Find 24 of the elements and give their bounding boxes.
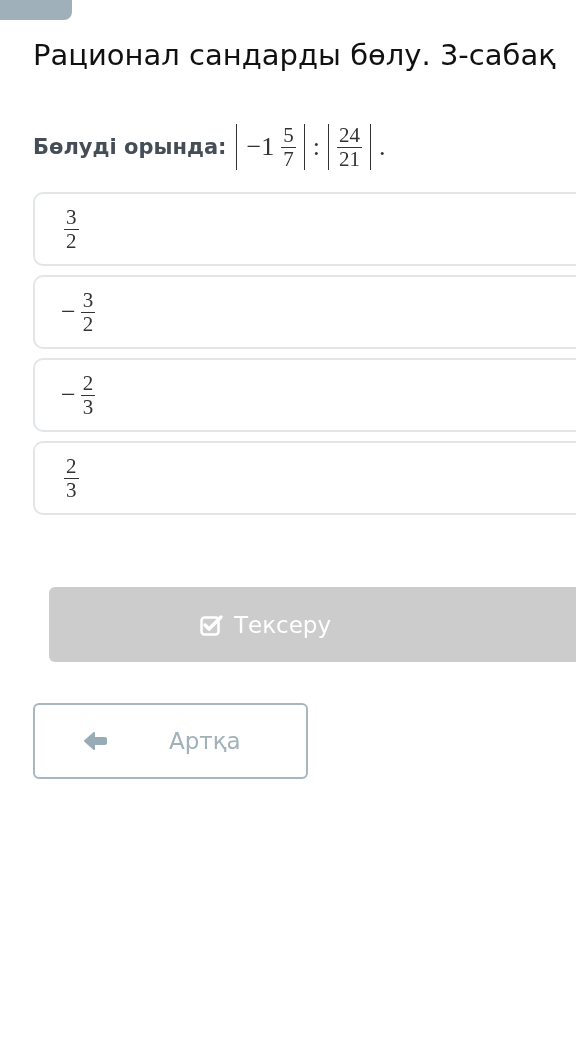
question-label: Бөлуді орында: bbox=[33, 135, 227, 159]
arrow-left-icon bbox=[83, 731, 107, 751]
fraction-denominator: 3 bbox=[81, 395, 95, 418]
fraction-denominator: 3 bbox=[65, 478, 78, 501]
answer-option[interactable]: 2 3 bbox=[33, 441, 576, 515]
fraction-denominator: 2 bbox=[81, 312, 95, 335]
checkbox-icon bbox=[199, 613, 224, 636]
math-text: : bbox=[312, 132, 320, 161]
minus-sign: − bbox=[61, 380, 76, 410]
fraction-numerator: 2 bbox=[64, 455, 79, 479]
fraction-denominator: 7 bbox=[282, 147, 295, 170]
math-text: −1 bbox=[246, 132, 275, 162]
fraction-numerator: 3 bbox=[64, 206, 79, 230]
fraction-numerator: 5 bbox=[281, 124, 296, 148]
answer-option[interactable]: 3 2 bbox=[33, 192, 576, 266]
minus-sign: − bbox=[61, 297, 76, 327]
fraction-numerator: 24 bbox=[336, 124, 362, 148]
math-text: . bbox=[378, 132, 386, 161]
header-tab[interactable] bbox=[0, 0, 72, 20]
lesson-title: Рационал сандарды бөлу. 3-сабақ bbox=[32, 37, 557, 72]
fraction-numerator: 2 bbox=[80, 372, 96, 396]
fraction-numerator: 3 bbox=[80, 289, 96, 313]
fraction-denominator: 2 bbox=[65, 229, 78, 252]
fraction-denominator: 21 bbox=[337, 147, 361, 170]
